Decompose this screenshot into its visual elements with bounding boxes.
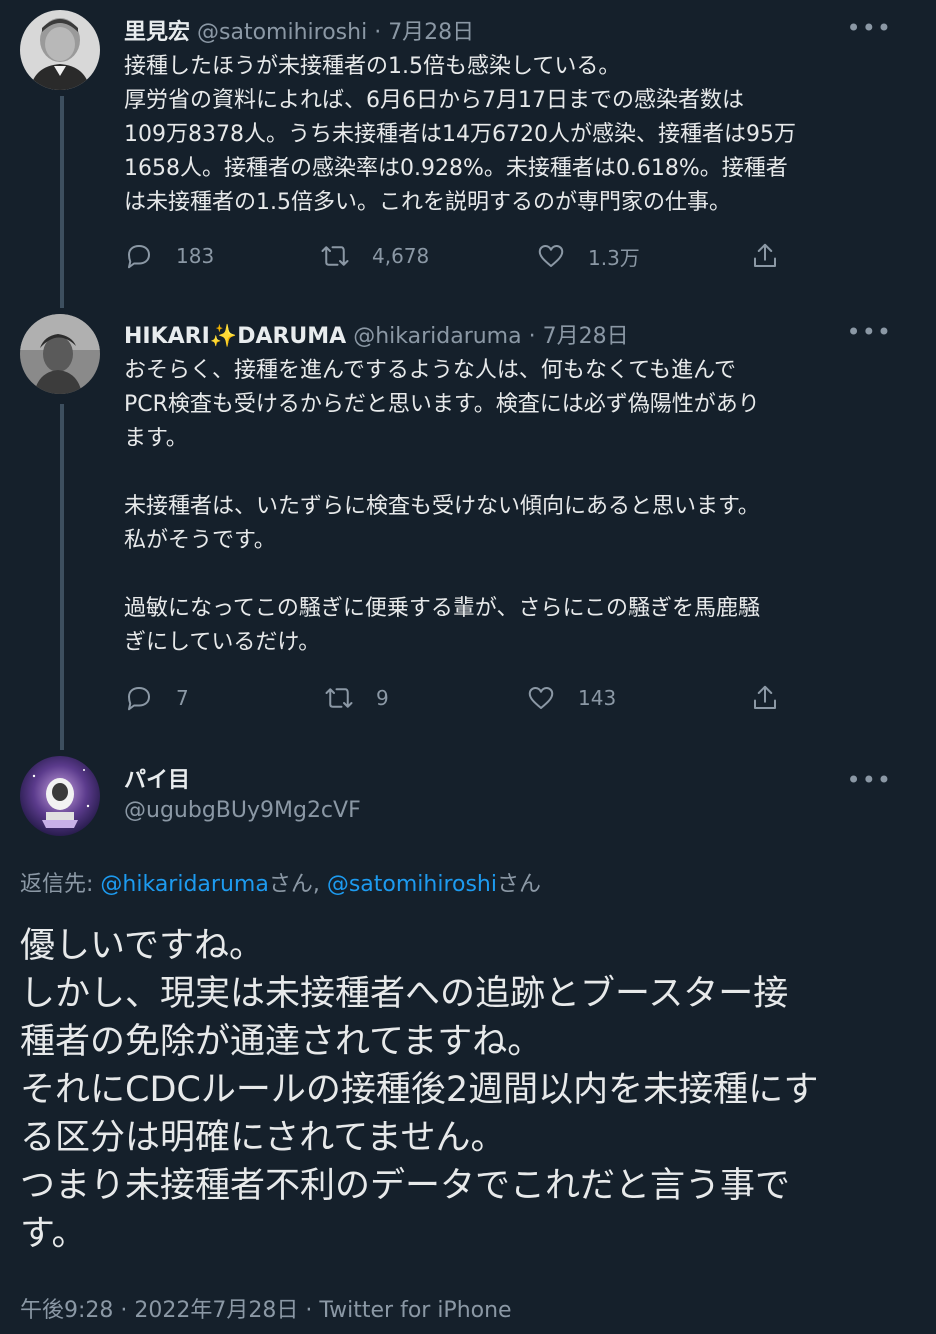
reply-button[interactable]: 7: [124, 678, 189, 718]
share-button[interactable]: [750, 236, 780, 276]
reply-icon: [128, 245, 150, 269]
tweet-satomihiroshi[interactable]: 里見宏 @satomihiroshi · 7月28日 ••• 接種したほうが未接…: [0, 0, 936, 300]
tweet-header: 里見宏 @satomihiroshi · 7月28日: [124, 14, 474, 46]
retweet-button[interactable]: 4,678: [320, 236, 429, 276]
tweet-actions: 7 9 143: [124, 678, 804, 718]
tweet-timestamp[interactable]: 午後9:28 · 2022年7月28日 · Twitter for iPhone: [20, 1292, 512, 1324]
tweet-header: HIKARI✨DARUMA @hikaridaruma · 7月28日: [124, 318, 629, 350]
retweet-count: 4,678: [372, 244, 430, 268]
share-icon: [754, 243, 776, 267]
avatar[interactable]: [20, 10, 100, 90]
tweet-text: 接種したほうが未接種者の1.5倍も感染している。 厚労省の資料によれば、6月6日…: [124, 54, 796, 215]
separator-dot: ·: [528, 324, 536, 349]
avatar[interactable]: [20, 756, 100, 836]
user-handle[interactable]: @ugubgBUy9Mg2cVF: [124, 798, 361, 823]
main-tweet-text: 優しいですね。 しかし、現実は未接種者への追跡とブースター接 種者の免除が通達さ…: [20, 926, 819, 1254]
display-name[interactable]: HIKARI✨DARUMA: [124, 324, 346, 349]
reply-user-link[interactable]: @satomihiroshi: [327, 872, 497, 897]
user-handle[interactable]: @satomihiroshi: [197, 20, 367, 45]
retweet-icon: [321, 246, 349, 266]
reply-count: 183: [176, 244, 215, 268]
like-count: 143: [578, 686, 617, 710]
main-author-handle-row: @ugubgBUy9Mg2cVF: [124, 798, 361, 823]
replying-to: 返信先: @hikaridarumaさん, @satomihiroshiさん: [20, 866, 541, 898]
like-button[interactable]: 143: [526, 678, 616, 718]
tweet-text: おそらく、接種を進んでするような人は、何もなくても進んで PCR検査も受けるから…: [124, 358, 761, 655]
retweet-button[interactable]: 9: [324, 678, 389, 718]
retweet-count: 9: [376, 686, 389, 710]
like-icon: [528, 687, 554, 709]
tweet-date[interactable]: 7月28日: [388, 20, 474, 45]
like-count: 1.3万: [588, 245, 640, 270]
more-icon[interactable]: •••: [847, 320, 892, 344]
reply-count: 7: [176, 686, 189, 710]
separator-dot: ·: [374, 20, 382, 45]
display-name[interactable]: パイ目: [124, 768, 190, 793]
reply-user-link[interactable]: @hikaridaruma: [100, 872, 268, 897]
retweet-icon: [325, 688, 353, 708]
display-name[interactable]: 里見宏: [124, 20, 190, 45]
main-author-name: パイ目: [124, 762, 190, 794]
avatar-image: [20, 314, 100, 394]
reply-prefix: 返信先:: [20, 872, 101, 897]
avatar-image: [20, 10, 100, 90]
share-button[interactable]: [750, 678, 780, 718]
avatar[interactable]: [20, 314, 100, 394]
share-icon: [754, 685, 776, 709]
more-icon[interactable]: •••: [847, 768, 892, 792]
tweet-date[interactable]: 7月28日: [543, 324, 629, 349]
like-icon: [538, 245, 564, 267]
tweet-hikaridaruma[interactable]: HIKARI✨DARUMA @hikaridaruma · 7月28日 ••• …: [0, 300, 936, 750]
more-icon[interactable]: •••: [847, 16, 892, 40]
like-button[interactable]: 1.3万: [536, 236, 640, 276]
tweet-actions: 183 4,678 1.3万: [124, 236, 804, 276]
reply-button[interactable]: 183: [124, 236, 214, 276]
reply-suffix: さん: [496, 872, 541, 897]
user-handle[interactable]: @hikaridaruma: [353, 324, 521, 349]
reply-icon: [128, 687, 150, 711]
reply-suffix: さん,: [268, 872, 327, 897]
avatar-image: [20, 756, 100, 836]
